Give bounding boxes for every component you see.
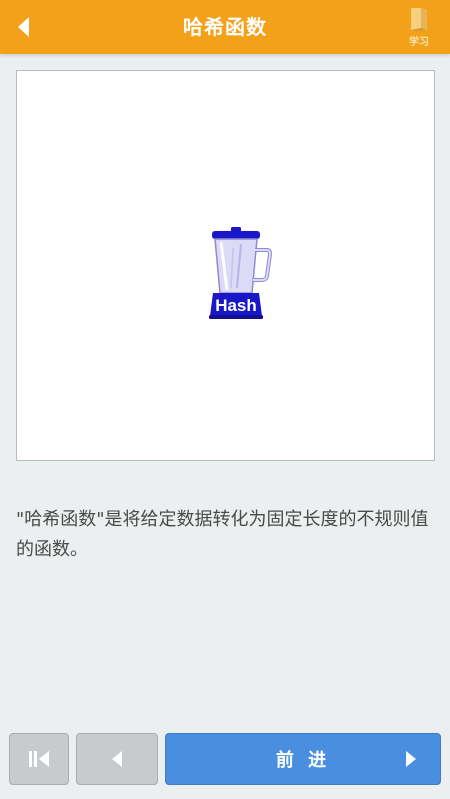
study-label: 学习 (409, 37, 429, 48)
page-title: 哈希函数 (183, 15, 267, 39)
blender-icon: Hash (209, 227, 273, 319)
description-text: "哈希函数"是将给定数据转化为固定长度的不规则值的函数。 (16, 509, 429, 560)
next-button[interactable]: 前 进 (165, 733, 441, 785)
first-page-button[interactable] (9, 733, 69, 785)
hash-label: Hash (215, 296, 257, 315)
next-label: 前 进 (275, 750, 331, 771)
previous-button[interactable] (76, 733, 158, 785)
book-icon (411, 8, 427, 32)
chevron-left-icon (112, 751, 122, 767)
illustration-panel: Hash (16, 70, 435, 461)
skip-to-start-icon (29, 751, 49, 767)
bottom-navigation: 前 进 (0, 733, 450, 787)
chevron-right-icon (406, 751, 416, 767)
top-bar: 哈希函数 学习 (0, 0, 450, 54)
study-button[interactable]: 学习 (402, 6, 436, 50)
app-screen: 哈希函数 学习 Hash "哈希函数"是将给定数据转化为固定长度的不规则值的函数… (0, 0, 450, 799)
